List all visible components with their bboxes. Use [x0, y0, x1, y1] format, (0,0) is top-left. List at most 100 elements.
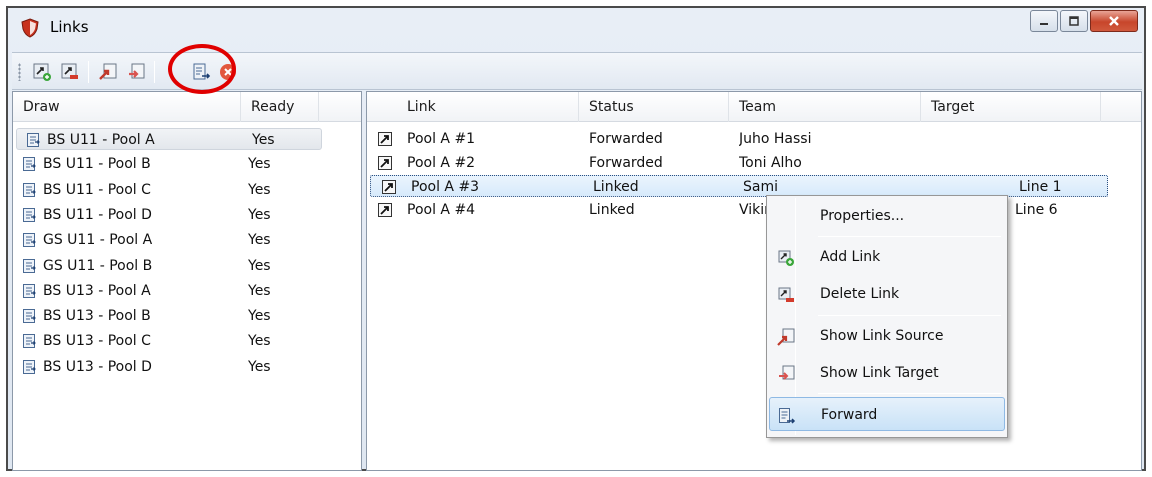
link-row[interactable]: Pool A #1 Forwarded Juho Hassi	[367, 128, 1141, 150]
draw-ready: Yes	[248, 282, 271, 299]
column-header-ready[interactable]: Ready	[241, 92, 319, 122]
draw-ready: Yes	[248, 257, 271, 274]
draw-icon	[23, 207, 36, 222]
link-row[interactable]: Pool A #2 Forwarded Toni Alho	[367, 152, 1141, 174]
link-target: Line 1	[1019, 179, 1062, 195]
show-link-source-button[interactable]	[98, 62, 118, 82]
draw-row[interactable]: BS U13 - Pool B Yes	[13, 305, 361, 327]
draw-row[interactable]: GS U11 - Pool A Yes	[13, 229, 361, 251]
draw-icon	[23, 182, 36, 197]
draw-icon	[23, 233, 36, 248]
show-link-target-button[interactable]	[126, 62, 146, 82]
draw-row[interactable]: BS U11 - Pool D Yes	[13, 204, 361, 226]
draw-row[interactable]: BS U13 - Pool D Yes	[13, 356, 361, 378]
menu-item-label: Show Link Target	[820, 365, 939, 381]
draw-icon	[27, 133, 40, 147]
link-target: Line 6	[1015, 201, 1058, 218]
column-header-target[interactable]: Target	[921, 92, 1101, 122]
draw-row[interactable]: BS U13 - Pool C Yes	[13, 330, 361, 352]
shield-app-icon	[21, 18, 39, 38]
menu-item-label: Forward	[821, 407, 878, 423]
draw-icon	[23, 309, 36, 324]
minimize-icon	[1040, 23, 1048, 25]
menu-item-label: Properties...	[820, 208, 905, 224]
forward-button[interactable]	[192, 62, 212, 82]
menu-item-label: Show Link Source	[820, 328, 944, 344]
toolbar-separator	[154, 61, 155, 83]
link-row[interactable]: Pool A #3 Linked Sami Line 1	[370, 175, 1108, 197]
draw-ready: Yes	[252, 132, 275, 148]
link-icon	[378, 155, 392, 170]
link-icon	[378, 202, 392, 217]
column-header-draw[interactable]: Draw	[13, 92, 241, 122]
draw-row[interactable]: BS U11 - Pool C Yes	[13, 179, 361, 201]
draw-name: BS U11 - Pool A	[47, 132, 155, 148]
draw-row[interactable]: BS U11 - Pool B Yes	[13, 153, 361, 175]
forward-icon	[779, 408, 796, 424]
draw-ready: Yes	[248, 156, 271, 173]
close-button[interactable]	[1090, 10, 1138, 32]
context-menu: Properties... Add Link Delete Link Show Lin…	[766, 195, 1008, 438]
draw-icon	[23, 157, 36, 172]
menu-item-show-link-source[interactable]: Show Link Source	[769, 319, 1005, 353]
window-controls	[1028, 10, 1138, 32]
link-link: Pool A #1	[407, 131, 476, 147]
link-status: Forwarded	[589, 131, 663, 147]
draw-row[interactable]: BS U13 - Pool A Yes	[13, 280, 361, 302]
menu-item-add-link[interactable]: Add Link	[769, 240, 1005, 274]
draw-name: GS U11 - Pool A	[43, 232, 153, 249]
draw-icon	[23, 359, 36, 374]
draws-pane: Draw Ready BS U11 - Pool A Yes BS U11 - Po…	[12, 91, 362, 471]
draw-ready: Yes	[248, 181, 271, 198]
draw-ready: Yes	[248, 206, 271, 223]
link-team: Toni Alho	[739, 154, 802, 171]
draw-ready: Yes	[248, 358, 271, 375]
draw-name: BS U11 - Pool B	[43, 156, 151, 173]
toolbar	[12, 52, 1142, 90]
maximize-button[interactable]	[1060, 10, 1088, 32]
link-link: Pool A #4	[407, 201, 476, 218]
draw-name: BS U11 - Pool C	[43, 181, 151, 198]
draw-ready: Yes	[248, 333, 271, 350]
menu-separator	[818, 315, 1001, 316]
draw-row[interactable]: GS U11 - Pool B Yes	[13, 255, 361, 277]
red-x-icon[interactable]	[218, 62, 238, 82]
links-pane: Link Status Team Target Pool A #1 Forward…	[366, 91, 1142, 471]
menu-separator	[818, 236, 1001, 237]
minimize-button[interactable]	[1030, 10, 1058, 32]
menu-separator	[818, 393, 1001, 394]
delete-link-button[interactable]	[60, 62, 80, 82]
window-title: Links	[50, 18, 89, 36]
column-header-status[interactable]: Status	[579, 92, 729, 122]
draw-ready: Yes	[248, 308, 271, 325]
title-bar[interactable]: Links	[8, 8, 1144, 46]
draw-name: BS U13 - Pool C	[43, 333, 151, 350]
menu-item-properties[interactable]: Properties...	[769, 199, 1005, 233]
link-team: Juho Hassi	[739, 131, 812, 147]
link-icon	[382, 180, 396, 194]
link-link: Pool A #3	[411, 179, 480, 195]
show-link-source-icon	[777, 328, 795, 346]
link-status: Linked	[593, 179, 639, 195]
maximize-icon	[1069, 16, 1079, 26]
draws-header: Draw Ready	[13, 92, 361, 122]
menu-item-show-link-target[interactable]: Show Link Target	[769, 356, 1005, 390]
link-link: Pool A #2	[407, 154, 476, 171]
toolbar-separator	[88, 61, 89, 83]
menu-item-delete-link[interactable]: Delete Link	[769, 277, 1005, 311]
draw-name: GS U11 - Pool B	[43, 257, 153, 274]
toolbar-grip[interactable]	[18, 63, 21, 81]
link-row[interactable]: Pool A #4 Linked Vikir Line 6	[367, 199, 1141, 221]
link-status: Forwarded	[589, 154, 663, 171]
column-header-link[interactable]: Link	[367, 92, 579, 122]
draw-icon	[23, 334, 36, 349]
draw-name: BS U11 - Pool D	[43, 206, 152, 223]
show-link-target-icon	[779, 365, 795, 380]
draw-row[interactable]: BS U11 - Pool A Yes	[16, 128, 322, 150]
add-link-button[interactable]	[32, 62, 52, 82]
close-icon	[1109, 16, 1119, 26]
menu-item-forward[interactable]: Forward	[769, 397, 1005, 431]
draw-name: BS U13 - Pool B	[43, 308, 151, 325]
add-link-icon	[778, 250, 794, 266]
column-header-team[interactable]: Team	[729, 92, 921, 122]
